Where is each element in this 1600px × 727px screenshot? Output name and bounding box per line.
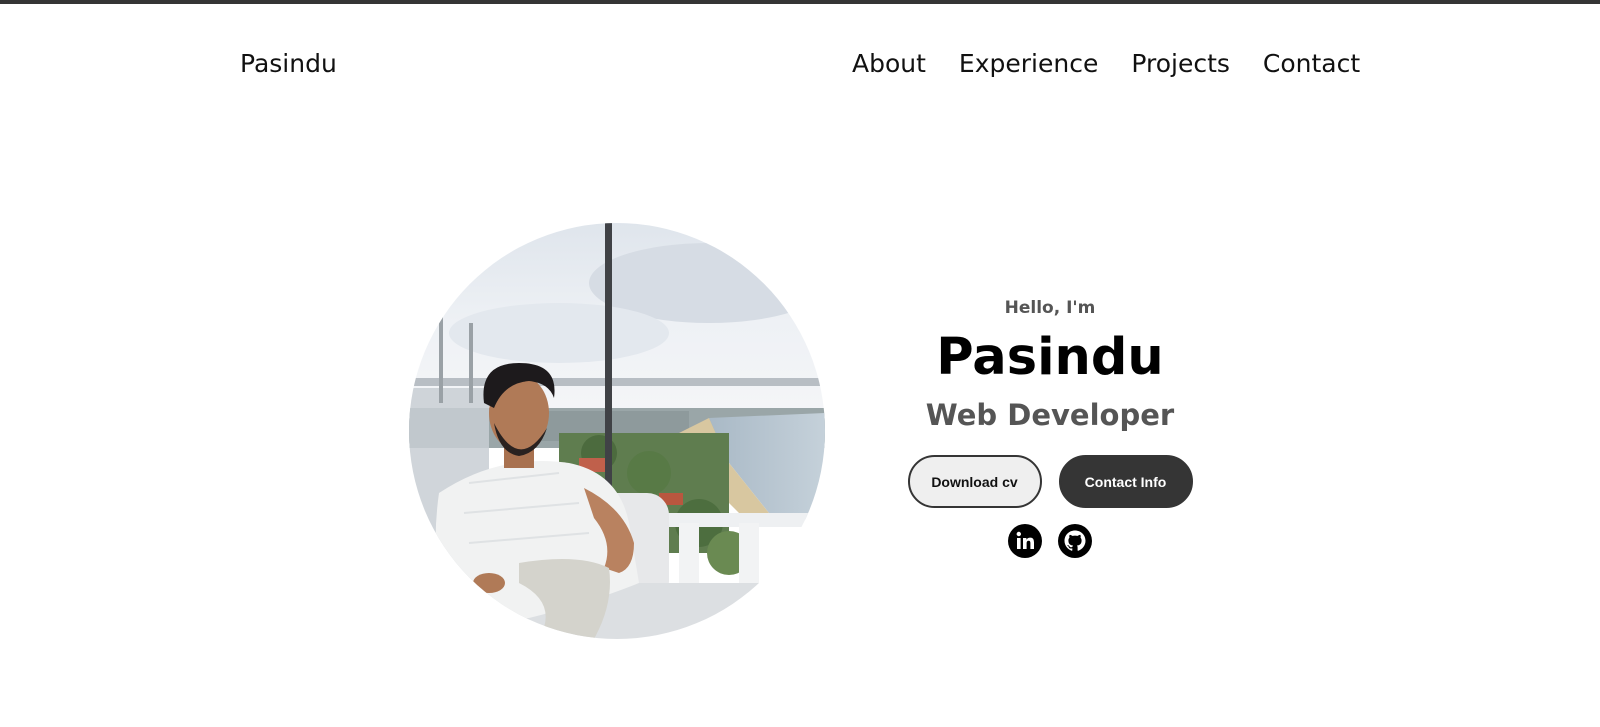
nav-link-contact[interactable]: Contact — [1263, 46, 1360, 82]
hero-role: Web Developer — [925, 398, 1175, 432]
main-nav: About Experience Projects Contact — [852, 46, 1360, 82]
hero-section: Hello, I'm Pasindu Web Developer Downloa… — [880, 295, 1220, 558]
nav-link-experience[interactable]: Experience — [959, 46, 1098, 82]
top-border-bar — [0, 0, 1600, 4]
nav-link-about[interactable]: About — [852, 46, 926, 82]
download-cv-button[interactable]: Download cv — [907, 455, 1042, 508]
hero-buttons: Download cv Contact Info — [880, 455, 1220, 508]
site-logo[interactable]: Pasindu — [240, 46, 337, 82]
social-links — [880, 524, 1220, 558]
linkedin-icon[interactable] — [1008, 524, 1042, 558]
github-icon[interactable] — [1058, 524, 1092, 558]
nav-link-projects[interactable]: Projects — [1131, 46, 1230, 82]
greeting-text: Hello, I'm — [1004, 298, 1096, 318]
contact-info-button[interactable]: Contact Info — [1058, 455, 1193, 508]
profile-picture — [409, 223, 825, 639]
hero-name: Pasindu — [936, 328, 1164, 387]
